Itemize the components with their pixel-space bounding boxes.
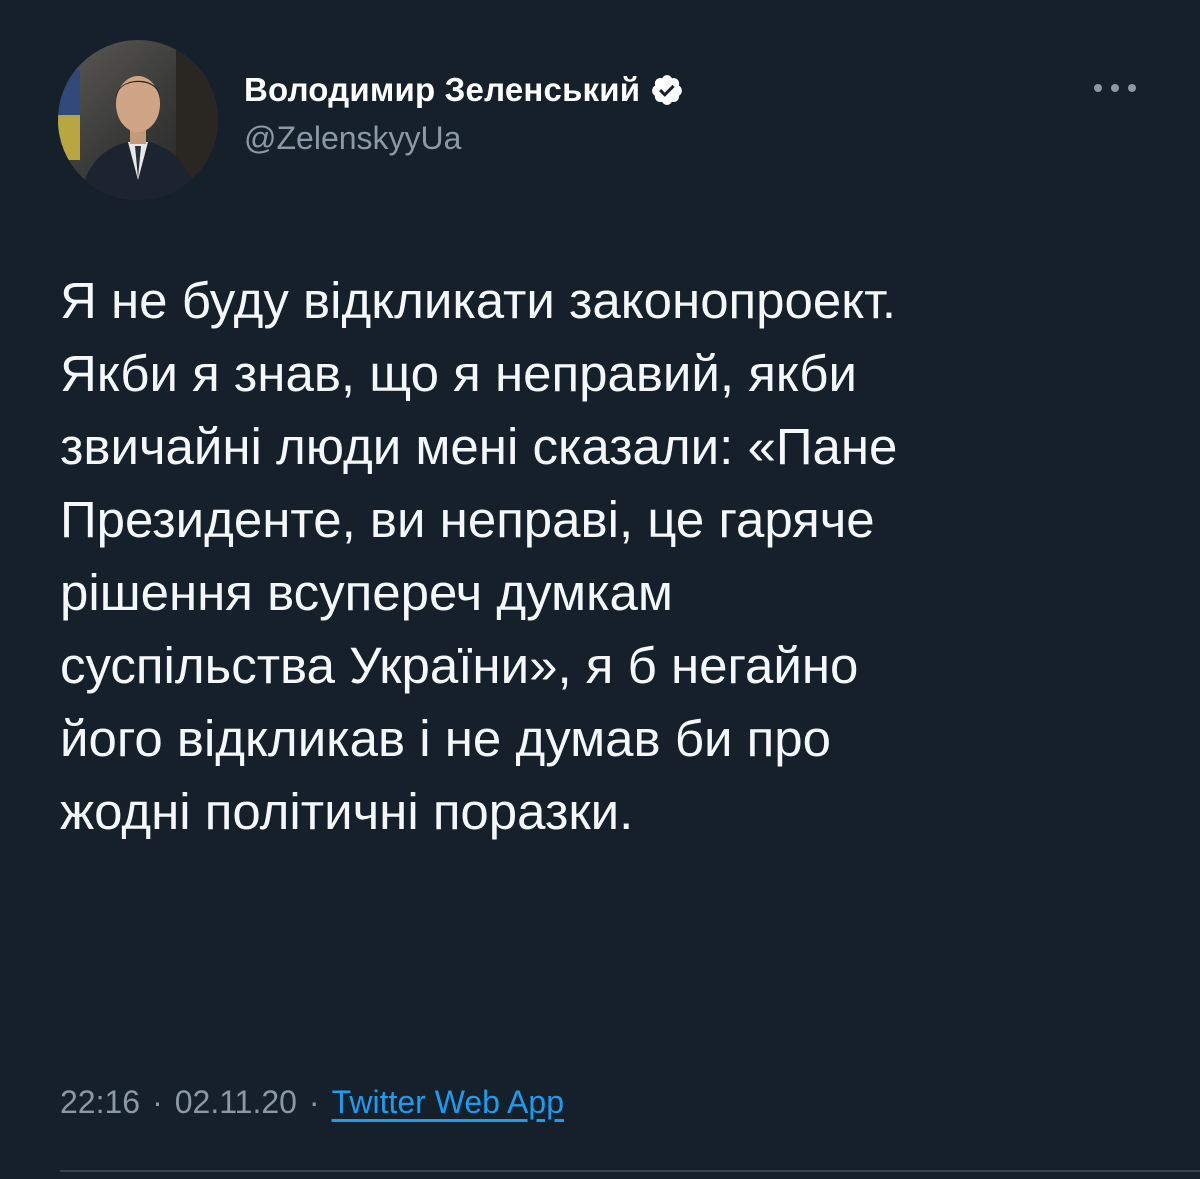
- more-horizontal-icon[interactable]: [1092, 78, 1138, 98]
- tweet-text-line: Президенте, ви неправі, це гаряче: [60, 491, 875, 548]
- tweet-time[interactable]: 22:16: [60, 1084, 140, 1121]
- tweet-text-line: Якби я знав, що я неправий, якби: [60, 345, 857, 402]
- avatar-image: [58, 40, 218, 200]
- verified-badge-icon: [650, 73, 684, 107]
- tweet-meta: 22:16 · 02.11.20 · Twitter Web App: [60, 1084, 564, 1121]
- meta-separator: ·: [308, 1084, 320, 1120]
- tweet-text-line: його відкликав і не думав би про: [60, 710, 832, 767]
- tweet-text: Я не буду відкликати законопроект. Якби …: [60, 264, 1170, 848]
- tweet-text-line: суспільства України», я б негайно: [60, 637, 859, 694]
- author-name-row: Володимир Зеленський: [244, 62, 684, 118]
- tweet-header: Володимир Зеленський @ZelenskyyUa: [58, 40, 1160, 200]
- tweet-text-line: рішення всупереч думкам: [60, 564, 673, 621]
- tweet-date[interactable]: 02.11.20: [175, 1084, 297, 1121]
- author-avatar[interactable]: [58, 40, 218, 200]
- author-handle[interactable]: @ZelenskyyUa: [244, 120, 684, 157]
- tweet-text-line: Я не буду відкликати законопроект.: [60, 272, 897, 329]
- meta-separator: ·: [152, 1084, 163, 1120]
- tweet-source-link[interactable]: Twitter Web App: [332, 1084, 564, 1121]
- author-block: Володимир Зеленський @ZelenskyyUa: [244, 62, 684, 157]
- tweet-text-line: жодні політичні поразки.: [60, 783, 634, 840]
- author-display-name[interactable]: Володимир Зеленський: [244, 71, 640, 109]
- tweet-card: Володимир Зеленський @ZelenskyyUa Я не б…: [0, 0, 1200, 1179]
- divider: [60, 1170, 1200, 1172]
- tweet-text-line: звичайні люди мені сказали: «Пане: [60, 418, 898, 475]
